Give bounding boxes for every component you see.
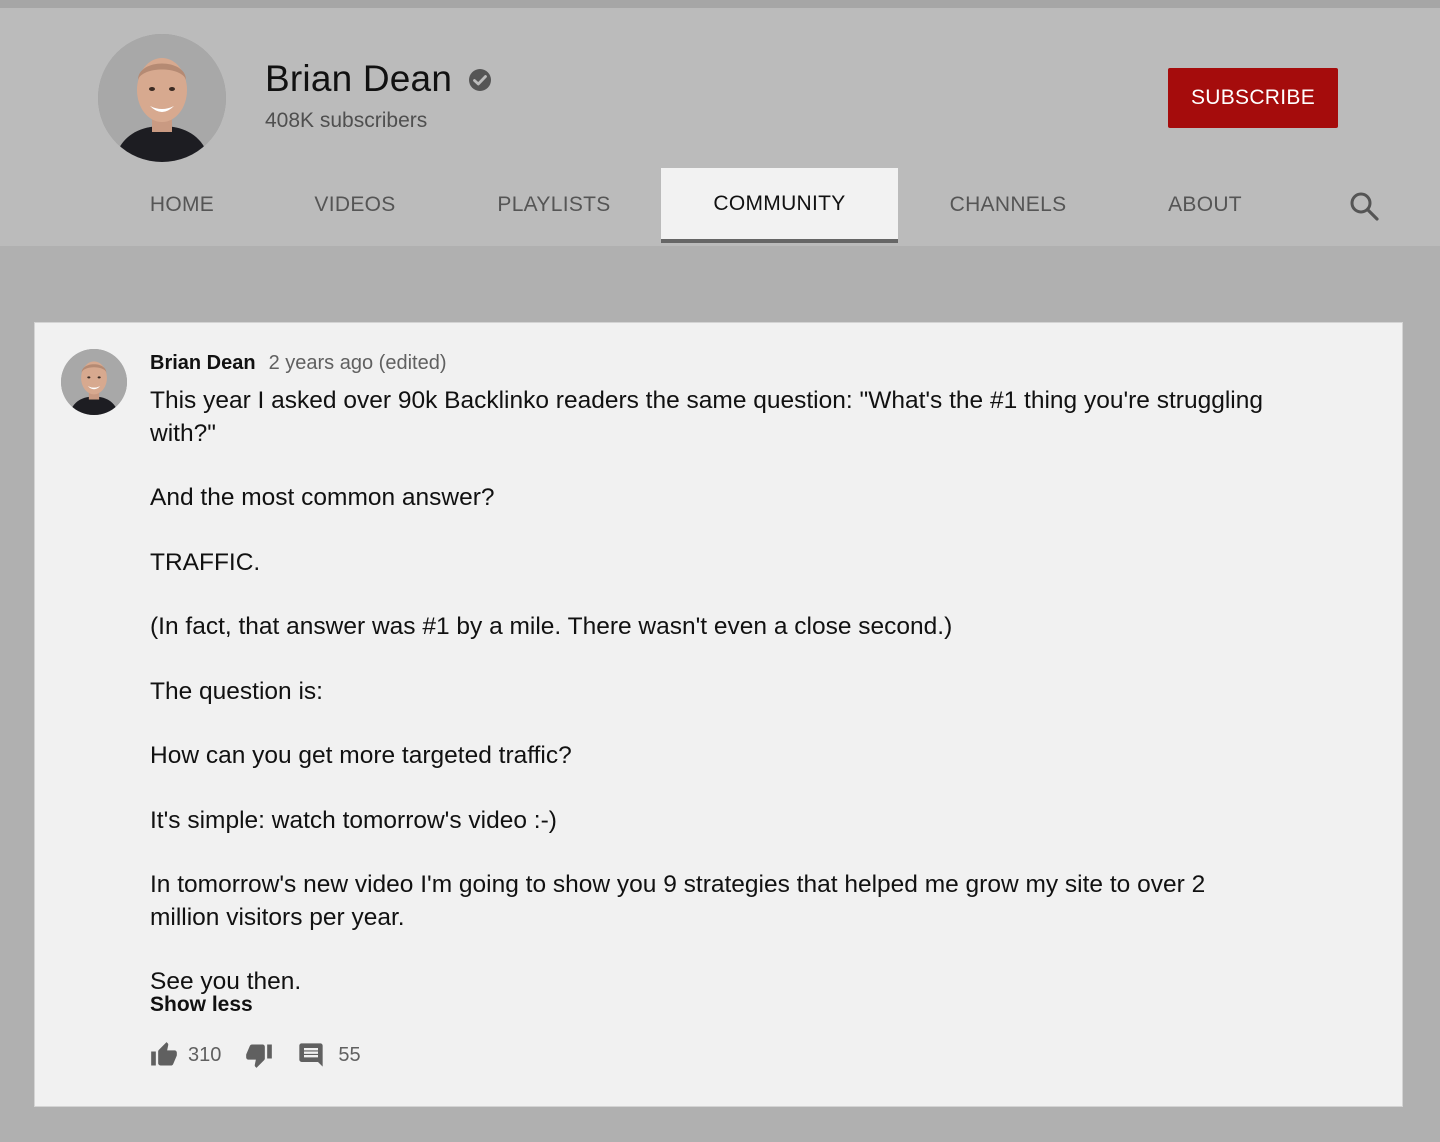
tab-videos[interactable]: VIDEOS [285,168,425,242]
like-count: 310 [188,1043,222,1066]
thumbs-up-icon[interactable] [150,1041,178,1069]
post-paragraph: See you then. [150,968,302,995]
channel-tabs: HOME VIDEOS PLAYLISTS COMMUNITY CHANNELS… [0,168,1440,246]
post-author[interactable]: Brian Dean [150,352,256,375]
post-paragraph: And the most common answer? [150,484,495,511]
search-icon[interactable] [1346,188,1382,224]
post-author-avatar[interactable] [61,349,127,415]
community-post: Brian Dean 2 years ago (edited) This yea… [34,322,1403,1107]
show-less-button[interactable]: Show less [150,993,253,1017]
post-paragraph: How can you get more targeted traffic? [150,742,572,769]
post-body: This year I asked over 90k Backlinko rea… [150,385,1280,999]
tab-channels[interactable]: CHANNELS [930,168,1086,242]
post-paragraph: It's simple: watch tomorrow's video :-) [150,806,557,834]
subscribe-button[interactable]: SUBSCRIBE [1168,68,1338,128]
tab-community[interactable]: COMMUNITY [661,168,898,243]
post-paragraph: In tomorrow's new video I'm going to sho… [150,871,1206,931]
post-actions: 310 55 [150,1035,361,1075]
subscriber-count: 408K subscribers [265,109,428,132]
top-strip [0,0,1440,8]
post-paragraph: The question is: [150,677,323,705]
channel-avatar[interactable] [98,34,226,162]
post-paragraph: (In fact, that answer was #1 by a mile. … [150,613,953,640]
post-paragraph: TRAFFIC. [150,548,261,576]
comment-icon[interactable] [297,1041,325,1069]
tab-playlists[interactable]: PLAYLISTS [478,168,630,242]
tab-home[interactable]: HOME [112,168,252,242]
tab-about[interactable]: ABOUT [1140,168,1270,242]
post-meta: Brian Dean 2 years ago (edited) [150,352,446,375]
thumbs-down-icon[interactable] [245,1041,273,1069]
post-paragraph: This year I asked over 90k Backlinko rea… [150,387,1263,447]
channel-name-text: Brian Dean [265,58,453,99]
comment-count[interactable]: 55 [338,1044,360,1067]
channel-name: Brian Dean [265,58,492,100]
verified-check-icon [469,69,492,91]
post-timestamp[interactable]: 2 years ago (edited) [269,352,447,375]
